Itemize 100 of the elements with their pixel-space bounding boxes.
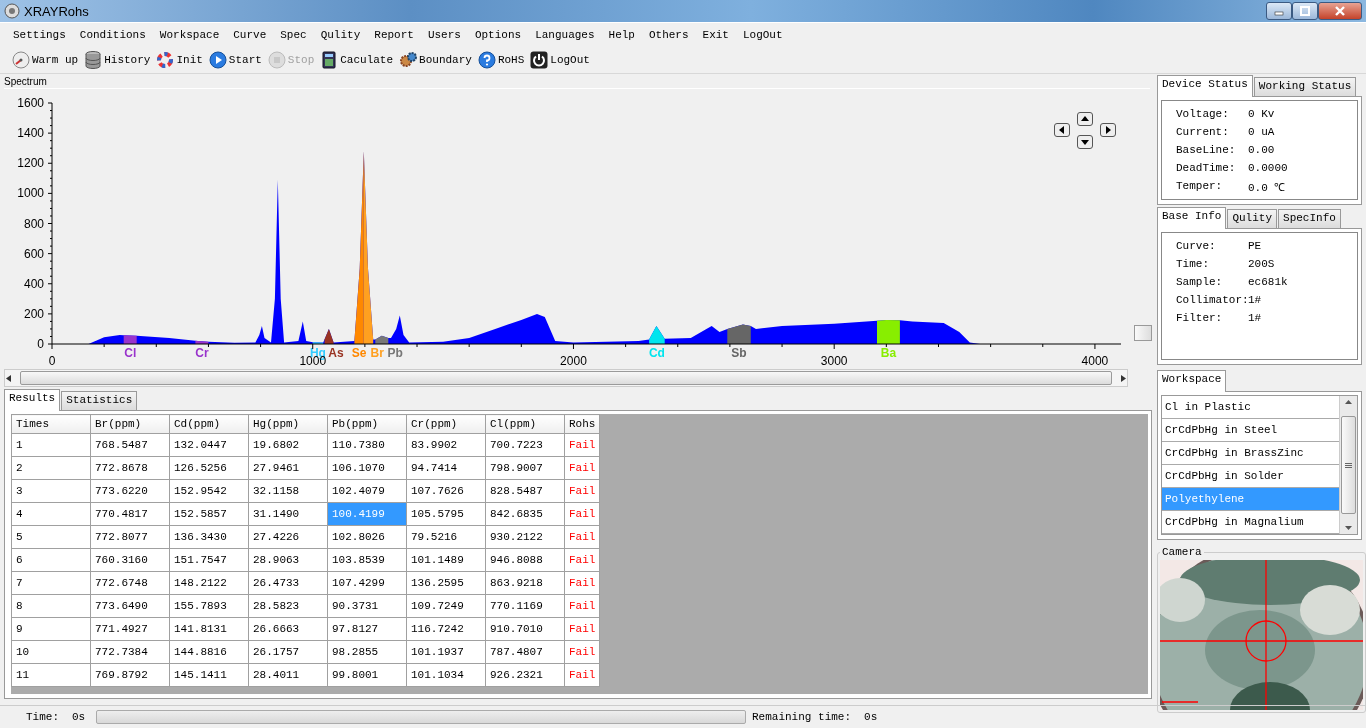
element-label: As	[328, 346, 344, 360]
table-cell: 27.9461	[248, 456, 328, 480]
table-cell: 101.1489	[406, 548, 486, 572]
table-cell: 145.1411	[169, 663, 249, 687]
group-title: Camera	[1161, 546, 1203, 558]
table-cell: 772.7384	[90, 640, 170, 664]
table-cell: 98.2855	[327, 640, 407, 664]
table-cell: 863.9218	[485, 571, 565, 595]
time-value: 0s	[72, 711, 87, 723]
table-cell: 141.8131	[169, 617, 249, 641]
table-cell: 6	[11, 548, 91, 572]
table-cell: 27.4226	[248, 525, 328, 549]
table-cell: 102.8026	[327, 525, 407, 549]
table-cell: Fail	[564, 502, 600, 526]
field-label: Time:	[1176, 258, 1210, 270]
table-cell: 151.7547	[169, 548, 249, 572]
field-value: 0.0 ℃	[1248, 180, 1286, 194]
y-tick-label: 200	[23, 306, 44, 321]
field-label: Collimator:	[1176, 294, 1248, 306]
table-cell: 26.6663	[248, 617, 328, 641]
table-cell: 106.1070	[327, 456, 407, 480]
table-cell: 144.8816	[169, 640, 249, 664]
y-tick-label: 600	[23, 246, 44, 261]
table-cell: 828.5487	[485, 479, 565, 503]
y-tick-label: 400	[23, 276, 44, 291]
element-label: Cl	[124, 346, 137, 360]
table-cell: 109.7249	[406, 594, 486, 618]
table-cell: 107.4299	[327, 571, 407, 595]
table-cell: 152.9542	[169, 479, 249, 503]
section-title: Spectrum	[4, 76, 48, 88]
field-label: Sample:	[1176, 276, 1224, 288]
table-cell: 772.6748	[90, 571, 170, 595]
table-cell: 771.4927	[90, 617, 170, 641]
table-cell: 772.8678	[90, 456, 170, 480]
element-label: Br	[370, 346, 384, 360]
table-cell: 4	[11, 502, 91, 526]
table-cell: 760.3160	[90, 548, 170, 572]
table-cell: 90.3731	[327, 594, 407, 618]
field-label: Voltage:	[1176, 108, 1230, 120]
table-cell: Fail	[564, 617, 600, 641]
table-cell: 116.7242	[406, 617, 486, 641]
table-cell: 28.4011	[248, 663, 328, 687]
table-cell: Fail	[564, 456, 600, 480]
table-cell: 136.2595	[406, 571, 486, 595]
table-cell: 31.1490	[248, 502, 328, 526]
table-cell: 768.5487	[90, 433, 170, 457]
table-cell: 8	[11, 594, 91, 618]
table-cell: 32.1158	[248, 479, 328, 503]
table-cell: 770.4817	[90, 502, 170, 526]
table-cell: Fail	[564, 525, 600, 549]
field-value: PE	[1248, 240, 1262, 252]
table-cell: 28.5823	[248, 594, 328, 618]
table-cell: 28.9063	[248, 548, 328, 572]
element-label: Cd	[648, 346, 665, 360]
table-cell: Fail	[564, 640, 600, 664]
table-cell: 126.5256	[169, 456, 249, 480]
table-cell: 11	[11, 663, 91, 687]
field-value: ec681k	[1248, 276, 1288, 288]
table-cell: 107.7626	[406, 479, 486, 503]
table-cell: 930.2122	[485, 525, 565, 549]
x-tick-label: 2000	[560, 354, 587, 368]
table-cell: 773.6220	[90, 479, 170, 503]
table-cell: Fail	[564, 594, 600, 618]
table-cell: 910.7010	[485, 617, 565, 641]
y-tick-label: 1200	[17, 156, 44, 171]
table-cell: 26.4733	[248, 571, 328, 595]
remaining-time-label: Remaining time:	[752, 711, 852, 723]
element-label: Cr	[195, 346, 209, 360]
field-value: 0 uA	[1248, 126, 1275, 138]
table-cell: Fail	[564, 479, 600, 503]
y-tick-label: 1600	[17, 96, 44, 110]
table-cell: 79.5216	[406, 525, 486, 549]
table-cell: 798.9007	[485, 456, 565, 480]
x-tick-label: 0	[48, 354, 56, 368]
table-cell: 94.7414	[406, 456, 486, 480]
y-tick-label: 0	[37, 337, 44, 351]
field-label: Curve:	[1176, 240, 1217, 252]
table-cell: 155.7893	[169, 594, 249, 618]
table-cell: 2	[11, 456, 91, 480]
field-value: 1#	[1248, 312, 1262, 324]
field-value: 0 Kv	[1248, 108, 1275, 120]
field-label: Filter:	[1176, 312, 1224, 324]
field-label: Current:	[1176, 126, 1230, 138]
table-cell: 842.6835	[485, 502, 565, 526]
y-tick-label: 1000	[17, 186, 44, 201]
table-cell: Fail	[564, 433, 600, 457]
table-cell: 19.6802	[248, 433, 328, 457]
x-tick-label: 3000	[820, 354, 848, 368]
table-cell: 773.6490	[90, 594, 170, 618]
field-label: BaseLine:	[1176, 144, 1237, 156]
field-value: 1#	[1248, 294, 1262, 306]
table-cell: 770.1169	[485, 594, 565, 618]
table-cell: Fail	[564, 663, 600, 687]
x-tick-label: 4000	[1081, 354, 1109, 368]
table-cell: 700.7223	[485, 433, 565, 457]
element-label: Pb	[387, 346, 403, 360]
table-cell: 787.4807	[485, 640, 565, 664]
table-cell: 926.2321	[485, 663, 565, 687]
table-cell: 105.5795	[406, 502, 486, 526]
table-cell: 132.0447	[169, 433, 249, 457]
